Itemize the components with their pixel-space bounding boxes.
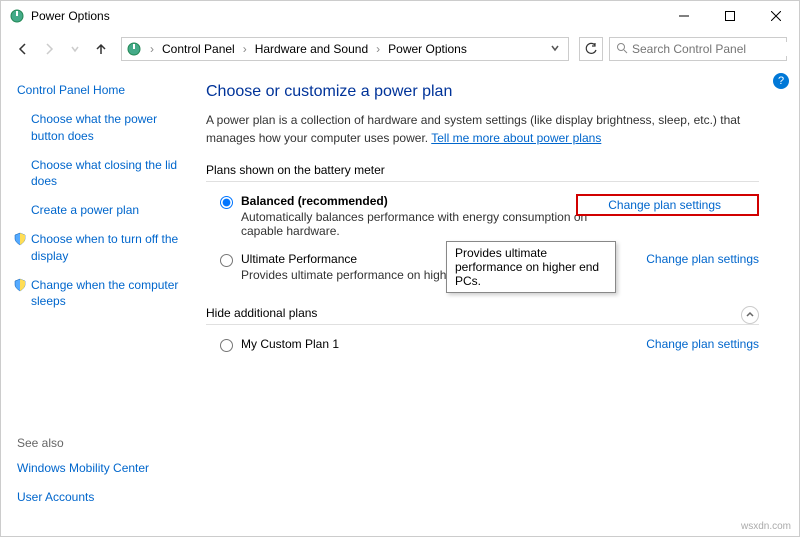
see-also-label: See also (17, 436, 149, 450)
power-options-icon (126, 41, 142, 57)
plan-radio-ultimate[interactable] (220, 254, 233, 267)
learn-more-link[interactable]: Tell me more about power plans (431, 131, 601, 145)
plans-section-label: Plans shown on the battery meter (206, 163, 759, 182)
search-box[interactable] (609, 37, 787, 61)
chevron-right-icon: › (376, 42, 380, 56)
main-panel: Choose or customize a power plan A power… (196, 67, 799, 536)
sidebar-link-label: Choose when to turn off the display (31, 232, 178, 263)
forward-button[interactable] (39, 39, 59, 59)
hide-additional-plans-row: Hide additional plans (206, 306, 759, 325)
chevron-right-icon: › (243, 42, 247, 56)
see-also-user-accounts[interactable]: User Accounts (17, 489, 149, 506)
shield-icon (13, 232, 27, 251)
collapse-button[interactable] (741, 306, 759, 324)
sidebar: Control Panel Home Choose what the power… (1, 67, 196, 536)
close-button[interactable] (753, 1, 799, 31)
plan-custom: My Custom Plan 1 Change plan settings (206, 335, 759, 364)
plan-description: Automatically balances performance with … (241, 210, 606, 238)
recent-dropdown[interactable] (65, 39, 85, 59)
window-titlebar: Power Options (1, 1, 799, 31)
plan-name: Balanced (recommended) (241, 194, 606, 208)
sidebar-bottom: See also Windows Mobility Center User Ac… (17, 436, 149, 518)
change-plan-settings-link[interactable]: Change plan settings (634, 252, 759, 266)
breadcrumb-bar[interactable]: › Control Panel › Hardware and Sound › P… (121, 37, 569, 61)
power-options-icon (9, 8, 25, 24)
sidebar-link-display-off[interactable]: Choose when to turn off the display (17, 231, 188, 265)
shield-icon (13, 278, 27, 297)
minimize-button[interactable] (661, 1, 707, 31)
sidebar-link-create-plan[interactable]: Create a power plan (17, 202, 188, 219)
page-description: A power plan is a collection of hardware… (206, 111, 759, 147)
window-controls (661, 1, 799, 31)
plan-name: My Custom Plan 1 (241, 337, 634, 351)
change-plan-settings-link[interactable]: Change plan settings (576, 194, 759, 216)
breadcrumb-item[interactable]: Power Options (384, 40, 471, 58)
tooltip: Provides ultimate performance on higher … (446, 241, 616, 293)
back-button[interactable] (13, 39, 33, 59)
navigation-bar: › Control Panel › Hardware and Sound › P… (1, 31, 799, 67)
hide-additional-label: Hide additional plans (206, 306, 741, 324)
help-icon[interactable]: ? (773, 73, 789, 89)
plan-radio-custom[interactable] (220, 339, 233, 352)
see-also-mobility-center[interactable]: Windows Mobility Center (17, 460, 149, 477)
control-panel-home-link[interactable]: Control Panel Home (17, 83, 188, 97)
content-area: Control Panel Home Choose what the power… (1, 67, 799, 536)
watermark: wsxdn.com (741, 521, 791, 532)
sidebar-link-power-button[interactable]: Choose what the power button does (17, 111, 188, 145)
breadcrumb-dropdown[interactable] (546, 42, 564, 56)
refresh-button[interactable] (579, 37, 603, 61)
page-heading: Choose or customize a power plan (206, 83, 759, 101)
search-input[interactable] (632, 42, 787, 56)
window-title: Power Options (31, 9, 661, 23)
sidebar-link-label: Change when the computer sleeps (31, 278, 178, 309)
search-icon (616, 42, 628, 57)
change-plan-settings-link[interactable]: Change plan settings (634, 337, 759, 351)
up-button[interactable] (91, 39, 111, 59)
plan-radio-balanced[interactable] (220, 196, 233, 209)
breadcrumb-item[interactable]: Hardware and Sound (251, 40, 372, 58)
breadcrumb-item[interactable]: Control Panel (158, 40, 239, 58)
maximize-button[interactable] (707, 1, 753, 31)
chevron-right-icon: › (150, 42, 154, 56)
sidebar-link-lid[interactable]: Choose what closing the lid does (17, 157, 188, 191)
sidebar-link-sleep[interactable]: Change when the computer sleeps (17, 277, 188, 311)
